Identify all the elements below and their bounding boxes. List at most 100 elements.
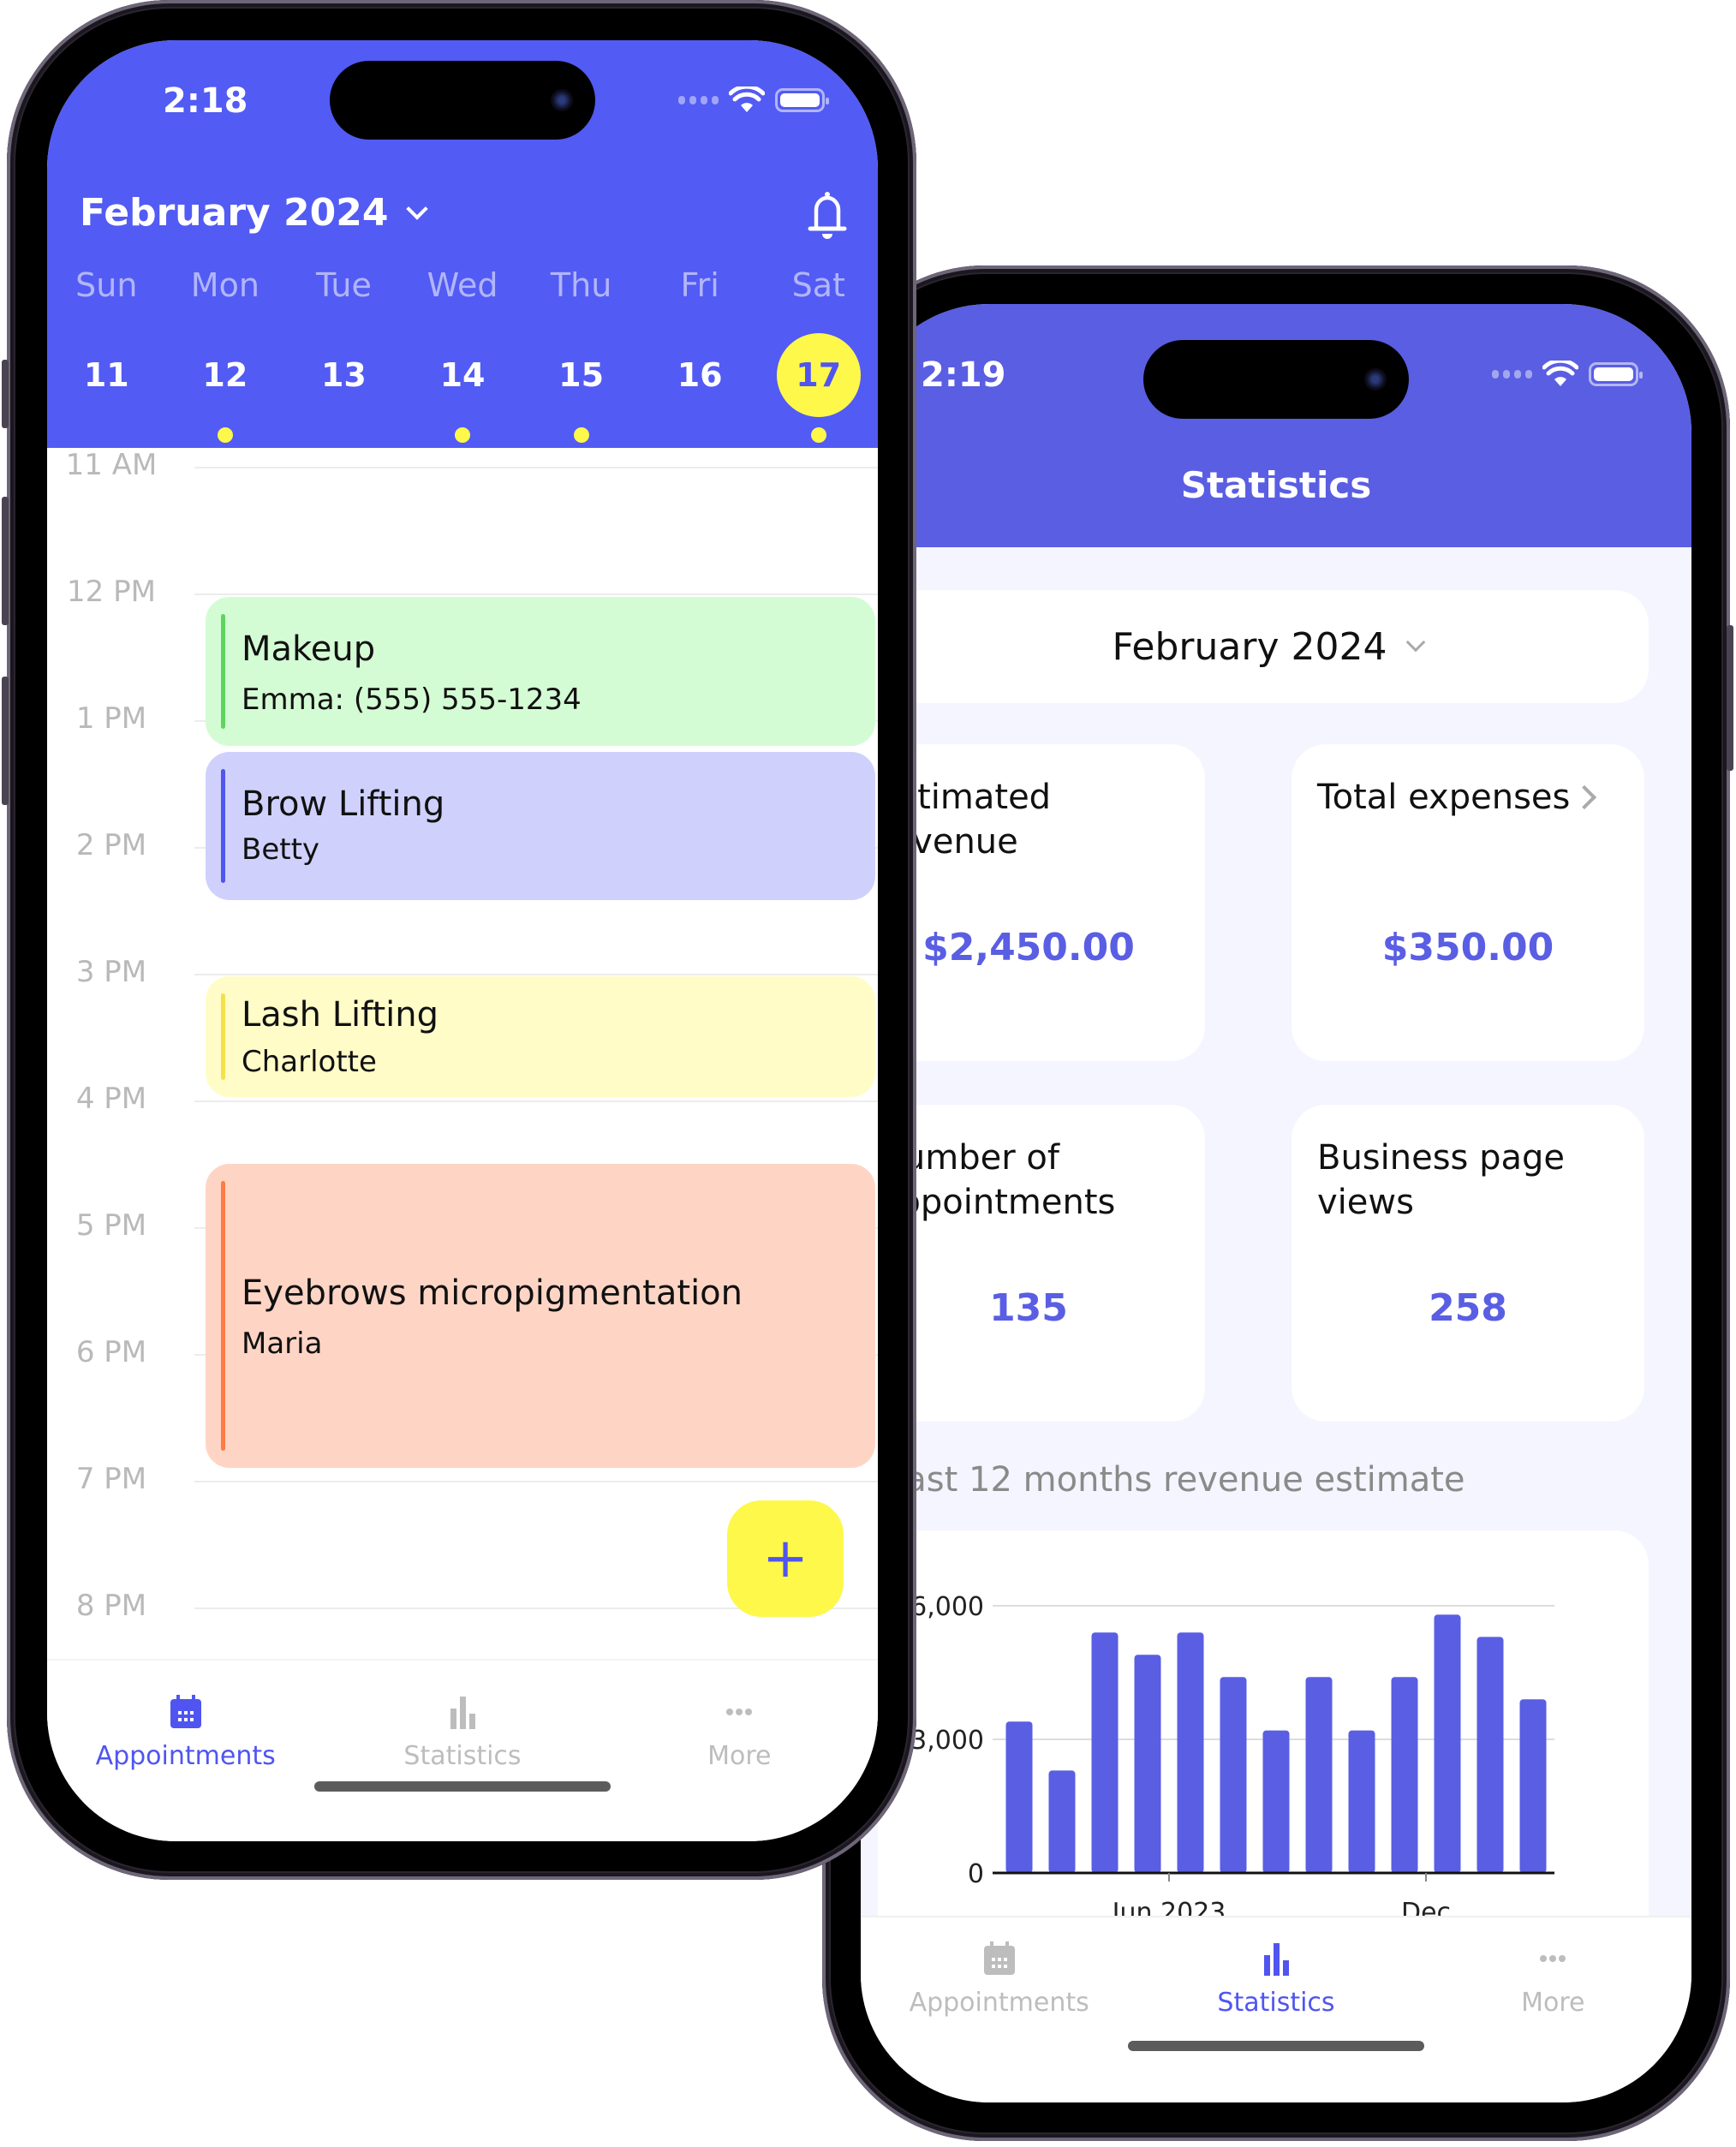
appointment-title: Brow Lifting [242,784,445,824]
revenue-bar[interactable] [1262,1730,1290,1873]
revenue-bar[interactable] [1391,1677,1418,1873]
month-picker[interactable]: February 2024 [886,590,1649,703]
total-expenses-card[interactable]: Total expenses $350.00 [1292,744,1644,1061]
card-label: Estimated revenue [878,778,1052,862]
dynamic-island [1143,340,1409,419]
appointment-card[interactable]: Lash Lifting Charlotte [206,975,875,1097]
hour-divider [194,1100,878,1102]
volume-up-button [2,497,9,625]
hour-label: 6 PM [75,1335,147,1369]
revenue-bar[interactable] [1091,1632,1119,1873]
appointment-card[interactable]: Brow Lifting Betty [206,752,875,901]
date-number: 17 [776,333,861,417]
status-icons [678,86,829,114]
signal-icon [1492,370,1532,379]
wifi-icon [729,86,765,112]
tab-more[interactable]: More [1415,1940,1691,2102]
tab-statistics[interactable]: Statistics [1137,1940,1414,2102]
calendar-icon [983,1941,1015,1975]
event-indicator-dot [217,427,233,443]
y-tick-label: 6,000 [910,1592,984,1622]
add-appointment-button[interactable]: + [727,1500,844,1617]
revenue-bar[interactable] [1177,1632,1204,1873]
revenue-bar[interactable] [1305,1677,1333,1873]
card-label: Number of appointments [878,1138,1116,1222]
date-number: 11 [83,356,129,394]
revenue-bar[interactable] [1005,1721,1033,1873]
event-indicator-dot [455,427,471,443]
hour-divider [194,593,878,595]
left-phone-frame: 2:18 February 2024 Sun Mon Tue Wed Thu F… [2,0,916,1880]
appointment-card[interactable]: Eyebrows micropigmentation Maria [206,1164,875,1469]
appointment-title: Eyebrows micropigmentation [242,1273,743,1313]
hour-divider [194,1481,878,1482]
date-cell[interactable]: 14 [403,333,522,443]
card-value: $350.00 [1381,926,1554,969]
battery-icon [775,88,829,112]
tab-label: Appointments [95,1741,276,1771]
weekday-label: Wed [427,266,498,304]
date-cell[interactable]: 15 [522,333,641,443]
card-label: Total expenses [1317,778,1571,817]
appointment-client: Emma: (555) 555-1234 [242,683,582,718]
status-time: 2:18 [163,81,248,121]
revenue-bar[interactable] [1476,1637,1504,1873]
y-tick-label: 0 [968,1859,984,1889]
hour-divider [194,467,878,468]
tab-appointments[interactable]: Appointments [861,1940,1137,2102]
date-cell-selected[interactable]: 17 [759,333,878,443]
tab-bar: Appointments Statistics More [47,1659,878,1841]
date-cell[interactable]: 12 [166,333,285,443]
date-cell[interactable]: 16 [641,333,760,427]
home-indicator[interactable] [1128,2041,1424,2051]
revenue-bar[interactable] [1434,1614,1461,1873]
hour-row: 7 PM [47,1462,878,1496]
date-cell[interactable]: 11 [47,333,166,427]
more-dots-icon [726,1709,753,1715]
revenue-bar[interactable] [1048,1770,1076,1873]
tab-statistics[interactable]: Statistics [324,1693,600,1841]
revenue-bar[interactable] [1134,1655,1161,1873]
action-button [2,360,9,428]
date-number: 16 [677,356,723,394]
date-cell[interactable]: 13 [284,333,403,427]
weekday-label: Thu [550,266,612,304]
weekday-label: Sun [75,266,138,304]
event-indicator-dot [573,427,589,443]
x-tick-label: Dec [1401,1898,1451,1916]
appointment-color-bar [221,993,225,1080]
revenue-bar[interactable] [1519,1699,1547,1873]
date-number: 12 [202,356,248,394]
hour-label: 11 AM [65,448,158,482]
bell-icon[interactable] [806,191,849,241]
revenue-bar[interactable] [1220,1677,1247,1873]
appointment-client: Charlotte [242,1044,377,1079]
plus-icon: + [762,1527,808,1590]
home-indicator[interactable] [314,1781,611,1792]
month-label: February 2024 [80,191,389,235]
more-dots-icon [1540,1955,1566,1962]
tab-label: Appointments [909,1988,1089,2018]
appointment-title: Makeup [242,629,376,670]
date-number: 13 [320,356,367,394]
status-time: 2:19 [921,355,1006,395]
tab-label: More [1521,1988,1585,2018]
revenue-bar-chart: 0 3,000 6,000 Jun 2023 Dec [910,1592,1554,1916]
page-title: Statistics [1180,464,1372,506]
volume-down-button [2,677,9,805]
appointment-card[interactable]: Makeup Emma: (555) 555-1234 [206,597,875,746]
appointment-client: Betty [242,832,320,867]
tab-more[interactable]: More [601,1693,878,1841]
tab-appointments[interactable]: Appointments [47,1693,324,1841]
date-row: 11 12 13 14 15 16 17 [47,333,878,443]
dynamic-island [330,61,595,140]
hour-label: 3 PM [75,955,147,989]
camera-icon [551,89,573,111]
chevron-down-icon [1406,632,1426,653]
hour-row: 3 PM [47,955,878,989]
month-selector[interactable]: February 2024 [80,191,428,235]
appointment-color-bar [221,769,225,884]
revenue-bar[interactable] [1348,1730,1375,1873]
appointment-color-bar [221,1181,225,1452]
wifi-icon [1542,361,1578,386]
